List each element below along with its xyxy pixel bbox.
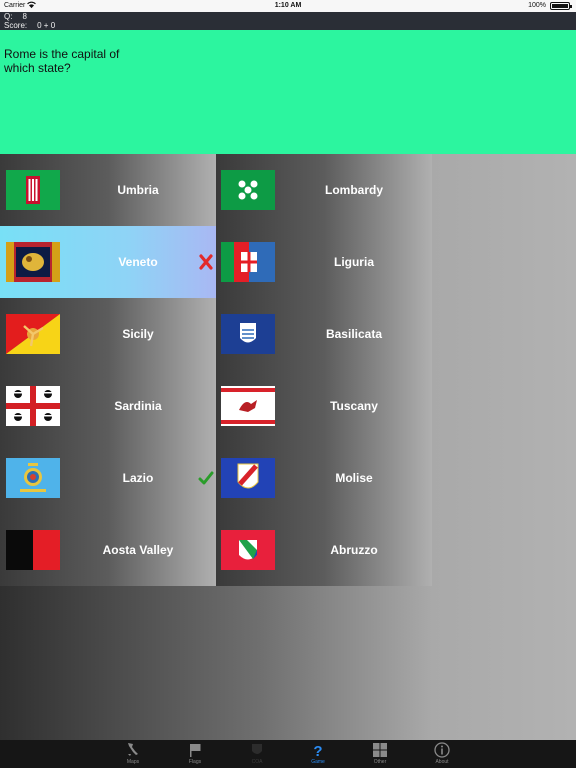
score-value: 0 + 0	[37, 21, 56, 30]
status-bar: Carrier 1:10 AM 100%	[0, 0, 576, 12]
tab-label: About	[435, 759, 449, 765]
wrong-x-icon	[199, 254, 213, 270]
answer-label: Abruzzo	[330, 543, 378, 557]
lombardy-flag	[221, 170, 275, 210]
answer-label: Liguria	[333, 255, 374, 269]
battery-percent: 100%	[528, 2, 546, 9]
answer-molise[interactable]: Molise	[216, 442, 432, 514]
tab-flags[interactable]: Flags	[175, 740, 215, 768]
answer-label: Lombardy	[324, 183, 383, 197]
info-bar: Q: 8 Score: 0 + 0	[0, 12, 576, 30]
question-number: 8	[22, 12, 27, 21]
tab-label: Game	[311, 759, 325, 765]
answer-label: Tuscany	[330, 399, 378, 413]
answer-grid: Umbria Veneto Sicily Sardinia Lazio Aost…	[0, 154, 432, 586]
tab-about[interactable]: About	[422, 740, 462, 768]
score-label: Score:	[4, 21, 28, 30]
answer-lazio[interactable]: Lazio	[0, 442, 216, 514]
tab-label: Maps	[126, 759, 140, 765]
answer-aosta-valley[interactable]: Aosta Valley	[0, 514, 216, 586]
tab-label: Flags	[188, 759, 202, 765]
basilicata-flag	[221, 314, 275, 354]
info-icon	[434, 742, 450, 758]
answer-basilicata[interactable]: Basilicata	[216, 298, 432, 370]
abruzzo-flag	[221, 530, 275, 570]
question-panel: Rome is the capital of which state?	[0, 30, 576, 154]
battery-icon	[550, 2, 572, 10]
answer-label: Veneto	[118, 255, 158, 269]
answer-label: Molise	[335, 471, 373, 485]
answer-tuscany[interactable]: Tuscany	[216, 370, 432, 442]
answer-sardinia[interactable]: Sardinia	[0, 370, 216, 442]
question-mark-icon: ?	[313, 743, 322, 758]
answer-label: Aosta Valley	[102, 543, 174, 557]
svg-text:?: ?	[313, 743, 322, 758]
molise-flag	[221, 458, 275, 498]
sicily-flag	[6, 314, 60, 354]
flag-icon	[190, 744, 201, 757]
answer-liguria[interactable]: Liguria	[216, 226, 432, 298]
lazio-flag	[6, 458, 60, 498]
aosta-valley-flag	[6, 530, 60, 570]
status-time: 1:10 AM	[274, 2, 302, 9]
answer-umbria[interactable]: Umbria	[0, 154, 216, 226]
tab-bar: Maps Flags COA ? Game Other About	[0, 740, 576, 768]
answer-label: Sardinia	[114, 399, 162, 413]
liguria-flag	[221, 242, 275, 282]
italy-map-icon	[128, 743, 138, 756]
coat-of-arms-icon	[252, 744, 262, 754]
tab-other[interactable]: Other	[360, 740, 400, 768]
grid-icon	[373, 743, 387, 757]
veneto-flag	[6, 242, 60, 282]
tab-label: Other	[373, 759, 387, 765]
answer-abruzzo[interactable]: Abruzzo	[216, 514, 432, 586]
tab-maps[interactable]: Maps	[113, 740, 153, 768]
question-text: Rome is the capital of which state?	[4, 47, 120, 75]
tab-coa[interactable]: COA	[237, 740, 277, 768]
question-counter: Q: 8	[4, 12, 576, 21]
answer-label: Umbria	[117, 183, 159, 197]
score-display: Score: 0 + 0	[4, 21, 576, 30]
tab-label: COA	[251, 759, 263, 765]
answer-label: Basilicata	[325, 327, 383, 341]
answer-veneto[interactable]: Veneto	[0, 226, 216, 298]
tuscany-flag	[221, 386, 275, 426]
answer-sicily[interactable]: Sicily	[0, 298, 216, 370]
answer-label: Lazio	[122, 471, 154, 485]
tab-game[interactable]: ? Game	[298, 740, 338, 768]
answer-lombardy[interactable]: Lombardy	[216, 154, 432, 226]
answer-label: Sicily	[122, 327, 154, 341]
correct-check-icon	[198, 471, 214, 485]
sardinia-flag	[6, 386, 60, 426]
umbria-flag	[6, 170, 60, 210]
